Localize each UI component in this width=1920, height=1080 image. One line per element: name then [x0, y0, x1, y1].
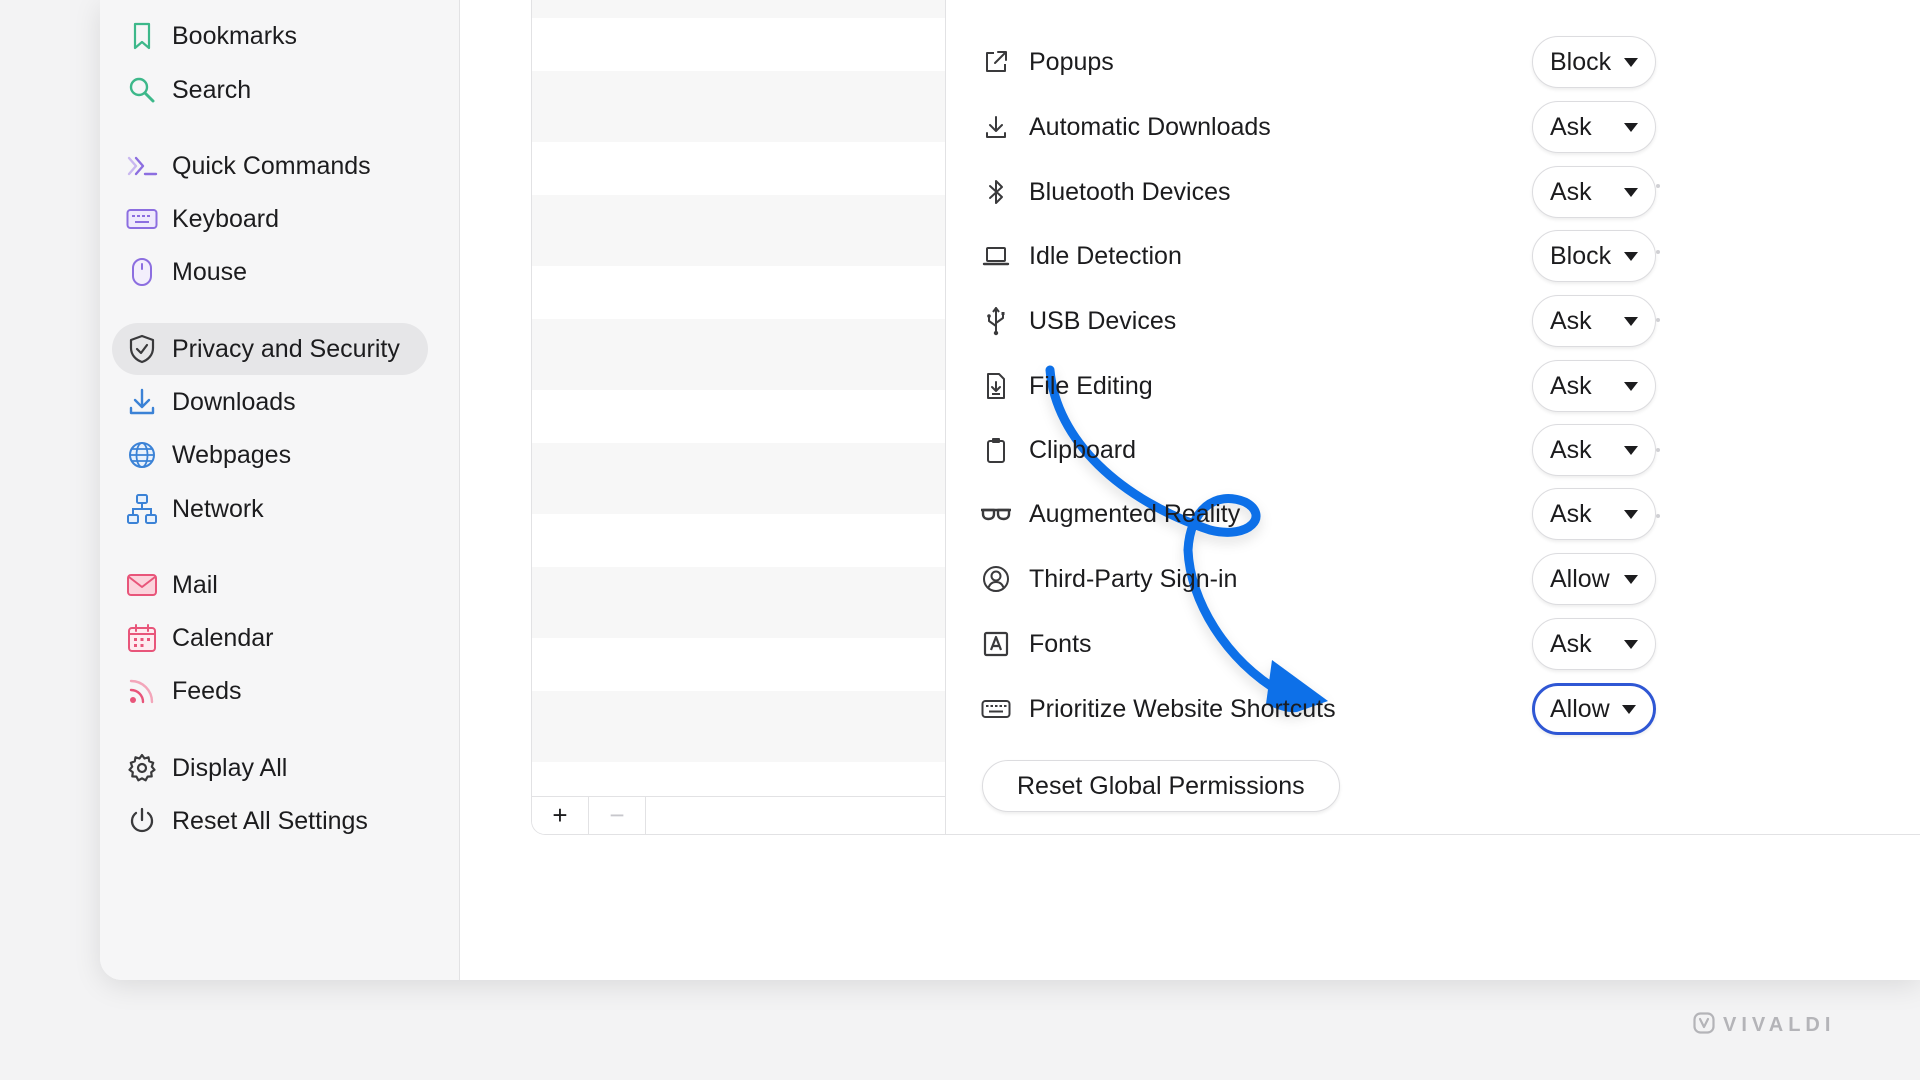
permission-label: USB Devices	[1029, 306, 1177, 335]
permission-row-third-party-sign-in: Third-Party Sign-in Allow	[100, 553, 1920, 605]
select-value: Allow	[1550, 564, 1610, 593]
scroll-indicator-dot	[1656, 318, 1660, 322]
permission-row-clipboard: Clipboard Ask	[100, 424, 1920, 476]
download-icon	[980, 111, 1012, 143]
file-edit-icon	[980, 370, 1012, 402]
chevron-down-icon	[1624, 382, 1638, 391]
sidebar-item-label: Display All	[172, 753, 288, 782]
select-value: Ask	[1550, 435, 1592, 464]
idle-detection-permission-select[interactable]: Block	[1532, 230, 1656, 282]
list-footer: + −	[532, 796, 945, 834]
chevron-down-icon	[1622, 705, 1636, 714]
permission-label: Automatic Downloads	[1029, 112, 1271, 141]
remove-site-button[interactable]: −	[589, 797, 646, 834]
vivaldi-branding: VIVALDI	[1693, 1012, 1835, 1039]
permission-label: Popups	[1029, 47, 1114, 76]
gear-icon	[126, 752, 158, 784]
popups-permission-select[interactable]: Block	[1532, 36, 1656, 88]
vivaldi-logo-icon	[1693, 1012, 1715, 1039]
select-value: Ask	[1550, 499, 1592, 528]
clipboard-icon	[980, 434, 1012, 466]
chevron-down-icon	[1624, 123, 1638, 132]
scroll-indicator-dot	[1656, 448, 1660, 452]
select-value: Ask	[1550, 306, 1592, 335]
permission-label: Prioritize Website Shortcuts	[1029, 694, 1336, 723]
bluetooth-icon	[980, 176, 1012, 208]
user-circle-icon	[980, 563, 1012, 595]
laptop-icon	[980, 240, 1012, 272]
select-value: Ask	[1550, 629, 1592, 658]
chevron-down-icon	[1624, 446, 1638, 455]
power-icon	[126, 805, 158, 837]
permission-label: Third-Party Sign-in	[1029, 564, 1238, 593]
settings-window: Bookmarks Search Quick Commands Keyboard	[100, 0, 1920, 980]
external-link-icon	[980, 46, 1012, 78]
select-value: Block	[1550, 47, 1612, 76]
permission-row-automatic-downloads: Automatic Downloads Ask	[100, 101, 1920, 153]
permission-label: File Editing	[1029, 371, 1153, 400]
chevron-down-icon	[1624, 575, 1638, 584]
chevron-down-icon	[1624, 640, 1638, 649]
permission-label: Idle Detection	[1029, 241, 1182, 270]
select-value: Block	[1550, 241, 1612, 270]
scroll-indicator-dot	[1656, 514, 1660, 518]
reset-global-permissions-button[interactable]: Reset Global Permissions	[982, 760, 1340, 812]
prioritize-website-shortcuts-permission-select[interactable]: Allow	[1532, 683, 1656, 735]
keyboard-icon	[980, 693, 1012, 725]
permission-row-fonts: Fonts Ask	[100, 618, 1920, 670]
ar-glasses-icon	[980, 498, 1012, 530]
bluetooth-devices-permission-select[interactable]: Ask	[1532, 166, 1656, 218]
permission-label: Clipboard	[1029, 435, 1137, 464]
select-value: Ask	[1550, 371, 1592, 400]
third-party-sign-in-permission-select[interactable]: Allow	[1532, 553, 1656, 605]
permission-row-augmented-reality: Augmented Reality Ask	[100, 488, 1920, 540]
select-value: Ask	[1550, 112, 1592, 141]
chevron-down-icon	[1624, 188, 1638, 197]
permission-row-usb-devices: USB Devices Ask	[100, 295, 1920, 347]
font-icon	[980, 628, 1012, 660]
chevron-down-icon	[1624, 252, 1638, 261]
chevron-down-icon	[1624, 317, 1638, 326]
select-value: Ask	[1550, 177, 1592, 206]
fonts-permission-select[interactable]: Ask	[1532, 618, 1656, 670]
add-site-button[interactable]: +	[532, 797, 589, 834]
chevron-down-icon	[1624, 58, 1638, 67]
file-editing-permission-select[interactable]: Ask	[1532, 360, 1656, 412]
usb-devices-permission-select[interactable]: Ask	[1532, 295, 1656, 347]
permission-row-file-editing: File Editing Ask	[100, 360, 1920, 412]
augmented-reality-permission-select[interactable]: Ask	[1532, 488, 1656, 540]
permission-row-idle-detection: Idle Detection Block	[100, 230, 1920, 282]
sidebar-item-label: Reset All Settings	[172, 806, 368, 835]
chevron-down-icon	[1624, 510, 1638, 519]
automatic-downloads-permission-select[interactable]: Ask	[1532, 101, 1656, 153]
permission-row-popups: Popups Block	[100, 36, 1920, 88]
permission-label: Augmented Reality	[1029, 499, 1241, 528]
permission-row-prioritize-website-shortcuts: Prioritize Website Shortcuts Allow	[100, 683, 1920, 735]
scroll-indicator-dot	[1656, 184, 1660, 188]
permission-row-bluetooth-devices: Bluetooth Devices Ask	[100, 166, 1920, 218]
permission-label: Fonts	[1029, 629, 1092, 658]
usb-icon	[980, 305, 1012, 337]
sidebar-item-display-all[interactable]: Display All	[112, 742, 428, 794]
permission-label: Bluetooth Devices	[1029, 177, 1231, 206]
scroll-indicator-dot	[1656, 250, 1660, 254]
select-value: Allow	[1550, 694, 1610, 723]
brand-wordmark: VIVALDI	[1723, 1014, 1836, 1036]
clipboard-permission-select[interactable]: Ask	[1532, 424, 1656, 476]
sidebar-item-reset-all-settings[interactable]: Reset All Settings	[112, 795, 428, 847]
